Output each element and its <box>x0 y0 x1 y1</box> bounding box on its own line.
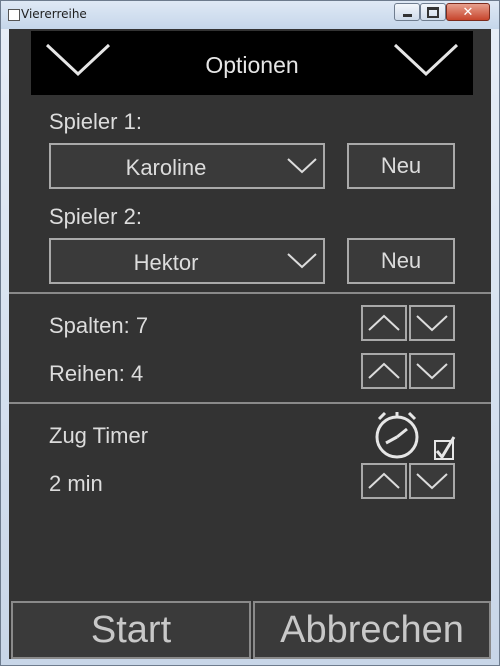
app-window: Viererreihe ✕ Optionen Spieler 1: Karoli… <box>0 0 500 666</box>
rows-decrease-button[interactable] <box>409 353 455 389</box>
timer-decrease-button[interactable] <box>409 463 455 499</box>
divider <box>9 292 491 294</box>
timer-checkbox[interactable] <box>431 435 457 461</box>
rows-stepper <box>361 353 455 389</box>
options-header: Optionen <box>31 31 473 95</box>
cancel-button[interactable]: Abbrechen <box>253 601 491 659</box>
player1-label: Spieler 1: <box>49 109 142 134</box>
chevron-up-icon <box>368 314 400 331</box>
chevron-up-icon <box>368 472 400 489</box>
player1-selected: Karoline <box>125 155 207 180</box>
chevron-down-icon <box>416 363 448 380</box>
rows-label: Reihen: 4 <box>49 361 144 386</box>
columns-stepper <box>361 305 455 341</box>
minimize-button[interactable] <box>394 3 420 21</box>
chevron-down-icon <box>416 315 448 332</box>
options-panel: Optionen Spieler 1: Karoline Neu Spieler… <box>9 29 491 659</box>
columns-decrease-button[interactable] <box>409 305 455 341</box>
title-bar[interactable]: Viererreihe ✕ <box>1 1 499 29</box>
chevron-down-icon <box>287 158 317 174</box>
player2-label: Spieler 2: <box>49 204 142 229</box>
maximize-button[interactable] <box>420 3 446 21</box>
window-title: Viererreihe <box>21 7 87 21</box>
close-icon: ✕ <box>462 4 474 20</box>
columns-increase-button[interactable] <box>361 305 407 341</box>
columns-label: Spalten: 7 <box>49 313 149 338</box>
player1-dropdown[interactable]: Karoline <box>49 143 325 189</box>
app-icon <box>8 9 20 21</box>
start-button[interactable]: Start <box>11 601 251 659</box>
rows-increase-button[interactable] <box>361 353 407 389</box>
chevron-down-icon[interactable] <box>393 43 459 77</box>
new-player2-button[interactable]: Neu <box>347 238 455 284</box>
new-player1-button[interactable]: Neu <box>347 143 455 189</box>
stopwatch-icon <box>375 411 419 459</box>
chevron-up-icon <box>368 362 400 379</box>
chevron-down-icon <box>416 473 448 490</box>
timer-value: 2 min <box>49 471 103 496</box>
timer-increase-button[interactable] <box>361 463 407 499</box>
maximize-icon <box>427 6 439 18</box>
timer-stepper <box>361 463 455 499</box>
timer-label: Zug Timer <box>49 423 149 448</box>
minimize-icon <box>402 14 412 17</box>
close-button[interactable]: ✕ <box>446 3 490 21</box>
player2-dropdown[interactable]: Hektor <box>49 238 325 284</box>
player2-selected: Hektor <box>133 250 199 275</box>
divider <box>9 402 491 404</box>
chevron-down-icon <box>287 253 317 269</box>
